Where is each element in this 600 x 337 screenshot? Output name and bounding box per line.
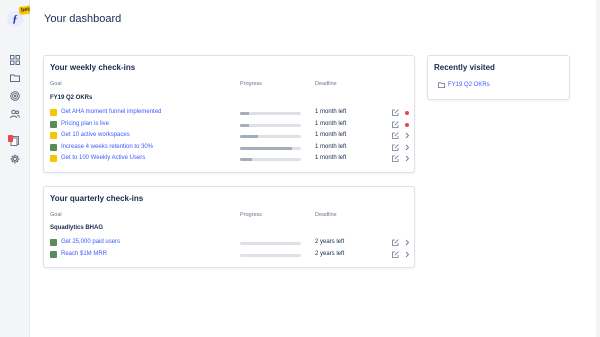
gear-icon[interactable] (10, 154, 20, 164)
quarterly-checkins-card: Your quarterly check-ins Goal Progress D… (43, 186, 415, 268)
weekly-checkins-card: Your weekly check-ins Goal Progress Dead… (43, 55, 415, 173)
recent-item-label: FY19 Q2 OKRs (448, 82, 490, 88)
alert-dot-icon (405, 122, 409, 127)
goal-name-link[interactable]: Get to 100 Weekly Active Users (61, 155, 145, 161)
progress-column-header: Progress (240, 212, 263, 218)
goal-row[interactable]: Increase 4 weeks retention to 30% 1 month… (50, 143, 410, 153)
deadline-text: 1 month left (315, 155, 347, 161)
page-title: Your dashboard (44, 13, 122, 25)
goal-name-link[interactable]: Pricing plan is live (61, 121, 109, 127)
bhag-group-title: Squadlytics BHAG (50, 225, 104, 231)
goal-status-icon (50, 239, 57, 246)
folder-icon[interactable] (10, 73, 20, 83)
progress-bar-fill (240, 146, 292, 150)
goal-row[interactable]: Get 25,000 paid users 2 years left (50, 238, 410, 248)
quarterly-card-title: Your quarterly check-ins (50, 194, 144, 203)
progress-bar (240, 146, 301, 150)
progress-bar (240, 112, 301, 115)
deadline-text: 1 month left (315, 132, 347, 138)
deadline-text: 1 month left (315, 109, 347, 115)
progress-bar-fill (240, 112, 250, 115)
goal-row[interactable]: Reach $1M MRR 2 years left (50, 250, 410, 260)
weekly-card-title: Your weekly check-ins (50, 63, 136, 72)
deadline-text: 2 years left (315, 250, 345, 257)
progress-bar-fill (240, 123, 250, 127)
edit-icon[interactable] (392, 132, 399, 139)
recently-visited-title: Recently visited (434, 63, 495, 72)
main-content: Your dashboard Your weekly check-ins Goa… (30, 0, 600, 337)
edit-icon[interactable] (392, 239, 399, 246)
goal-row[interactable]: Get 10 active workspaces 1 month left (50, 131, 410, 141)
goal-status-icon (50, 109, 57, 116)
goal-name-link[interactable]: Reach $1M MRR (61, 251, 107, 257)
goal-name-link[interactable]: Get 25,000 paid users (61, 239, 120, 245)
progress-column-header: Progress (240, 81, 263, 87)
chevron-right-icon[interactable] (404, 144, 410, 151)
chevron-right-icon[interactable] (404, 132, 410, 139)
deadline-column-header: Deadline (315, 212, 337, 218)
users-icon[interactable] (10, 109, 20, 119)
edit-icon[interactable] (392, 120, 399, 128)
progress-bar (240, 158, 301, 161)
chevron-right-icon[interactable] (404, 155, 410, 162)
chevron-right-icon[interactable] (404, 251, 410, 258)
folder-icon (438, 82, 445, 88)
edit-icon[interactable] (392, 155, 399, 162)
goal-row[interactable]: Get AHA moment funnel implemented 1 month… (50, 108, 410, 118)
goal-status-icon (50, 143, 57, 151)
goal-status-icon (50, 250, 57, 258)
progress-bar (240, 135, 301, 138)
deadline-text: 1 month left (315, 143, 347, 150)
sidebar: ƒ beta (0, 0, 35, 337)
alert-dot-icon (405, 111, 409, 115)
goal-name-link[interactable]: Increase 4 weeks retention to 30% (61, 144, 153, 150)
target-icon[interactable] (10, 91, 20, 101)
recent-item-fy19-q2-okrs[interactable]: FY19 Q2 OKRs (438, 81, 490, 89)
goal-status-icon (50, 132, 57, 139)
deadline-column-header: Deadline (315, 81, 337, 87)
deadline-text: 2 years left (315, 239, 345, 245)
goal-name-link[interactable]: Get 10 active workspaces (61, 132, 130, 138)
scrollbar[interactable] (596, 0, 600, 337)
goal-name-link[interactable]: Get AHA moment funnel implemented (61, 109, 161, 115)
progress-bar (240, 253, 301, 257)
goal-column-header: Goal (50, 81, 62, 87)
grid-icon[interactable] (10, 55, 20, 65)
okr-group-title: FY19 Q2 OKRs (50, 95, 93, 101)
recently-visited-card: Recently visited FY19 Q2 OKRs (427, 55, 570, 100)
notification-badge (8, 135, 13, 142)
goal-row[interactable]: Pricing plan is live 1 month left (50, 120, 410, 130)
progress-bar (240, 242, 301, 245)
edit-icon[interactable] (392, 143, 399, 151)
goal-row[interactable]: Get to 100 Weekly Active Users 1 month le… (50, 154, 410, 164)
logo-glyph: ƒ (12, 13, 18, 25)
notifications-icon[interactable] (8, 135, 20, 146)
progress-bar-fill (240, 158, 253, 161)
goal-status-icon (50, 155, 57, 162)
progress-bar (240, 123, 301, 127)
goal-status-icon (50, 120, 57, 128)
chevron-right-icon[interactable] (404, 239, 410, 246)
edit-icon[interactable] (392, 250, 399, 258)
edit-icon[interactable] (392, 109, 399, 116)
goal-column-header: Goal (50, 212, 62, 218)
progress-bar-fill (240, 135, 259, 138)
deadline-text: 1 month left (315, 120, 347, 127)
